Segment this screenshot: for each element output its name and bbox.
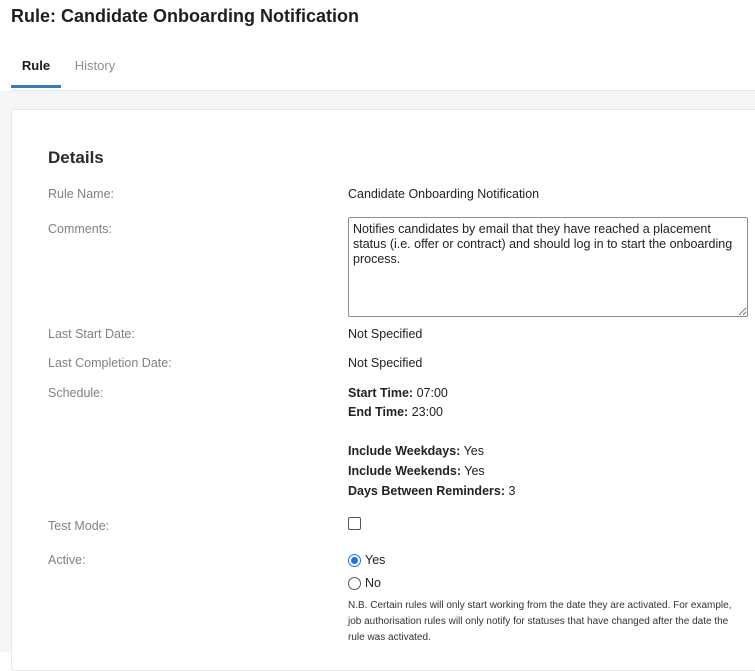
- start-time-value: 07:00: [416, 386, 448, 400]
- include-weekends-value: Yes: [464, 464, 485, 478]
- active-no-label[interactable]: No: [365, 576, 381, 590]
- active-yes-radio[interactable]: [348, 554, 361, 567]
- last-completion-date-label: Last Completion Date:: [48, 356, 172, 370]
- comments-textarea[interactable]: Notifies candidates by email that they h…: [348, 217, 748, 317]
- start-time-label: Start Time:: [348, 386, 414, 400]
- schedule-start-time: Start Time: 07:00: [348, 386, 448, 400]
- test-mode-label: Test Mode:: [48, 519, 110, 533]
- tab-history[interactable]: History: [73, 45, 117, 88]
- active-no-radio[interactable]: [348, 577, 361, 590]
- include-weekdays-label: Include Weekdays:: [348, 444, 461, 458]
- last-start-date-value: Not Specified: [348, 327, 423, 341]
- rule-name-label: Rule Name:: [48, 187, 114, 201]
- days-between-reminders-label: Days Between Reminders:: [348, 484, 506, 498]
- end-time-label: End Time:: [348, 405, 409, 419]
- active-label: Active:: [48, 553, 86, 567]
- last-start-date-label: Last Start Date:: [48, 327, 135, 341]
- include-weekdays-value: Yes: [463, 444, 484, 458]
- tab-rule[interactable]: Rule: [11, 45, 61, 88]
- schedule-include-weekdays: Include Weekdays: Yes: [348, 444, 484, 458]
- schedule-end-time: End Time: 23:00: [348, 405, 443, 419]
- activation-note: N.B. Certain rules will only start worki…: [348, 600, 732, 643]
- days-between-reminders-value: 3: [508, 484, 516, 498]
- schedule-include-weekends: Include Weekends: Yes: [348, 464, 485, 478]
- test-mode-checkbox[interactable]: [348, 517, 361, 530]
- last-completion-date-value: Not Specified: [348, 356, 423, 370]
- comments-label: Comments:: [48, 222, 112, 236]
- schedule-label: Schedule:: [48, 386, 104, 400]
- include-weekends-label: Include Weekends:: [348, 464, 461, 478]
- radio-selected-dot: [351, 557, 358, 564]
- details-heading: Details: [48, 148, 104, 167]
- page-title: Rule: Candidate Onboarding Notification: [11, 6, 359, 26]
- rule-name-value: Candidate Onboarding Notification: [348, 187, 540, 201]
- end-time-value: 23:00: [411, 405, 443, 419]
- schedule-days-between-reminders: Days Between Reminders: 3: [348, 484, 515, 498]
- active-yes-label[interactable]: Yes: [365, 553, 385, 567]
- tab-bar: Rule History: [11, 45, 755, 91]
